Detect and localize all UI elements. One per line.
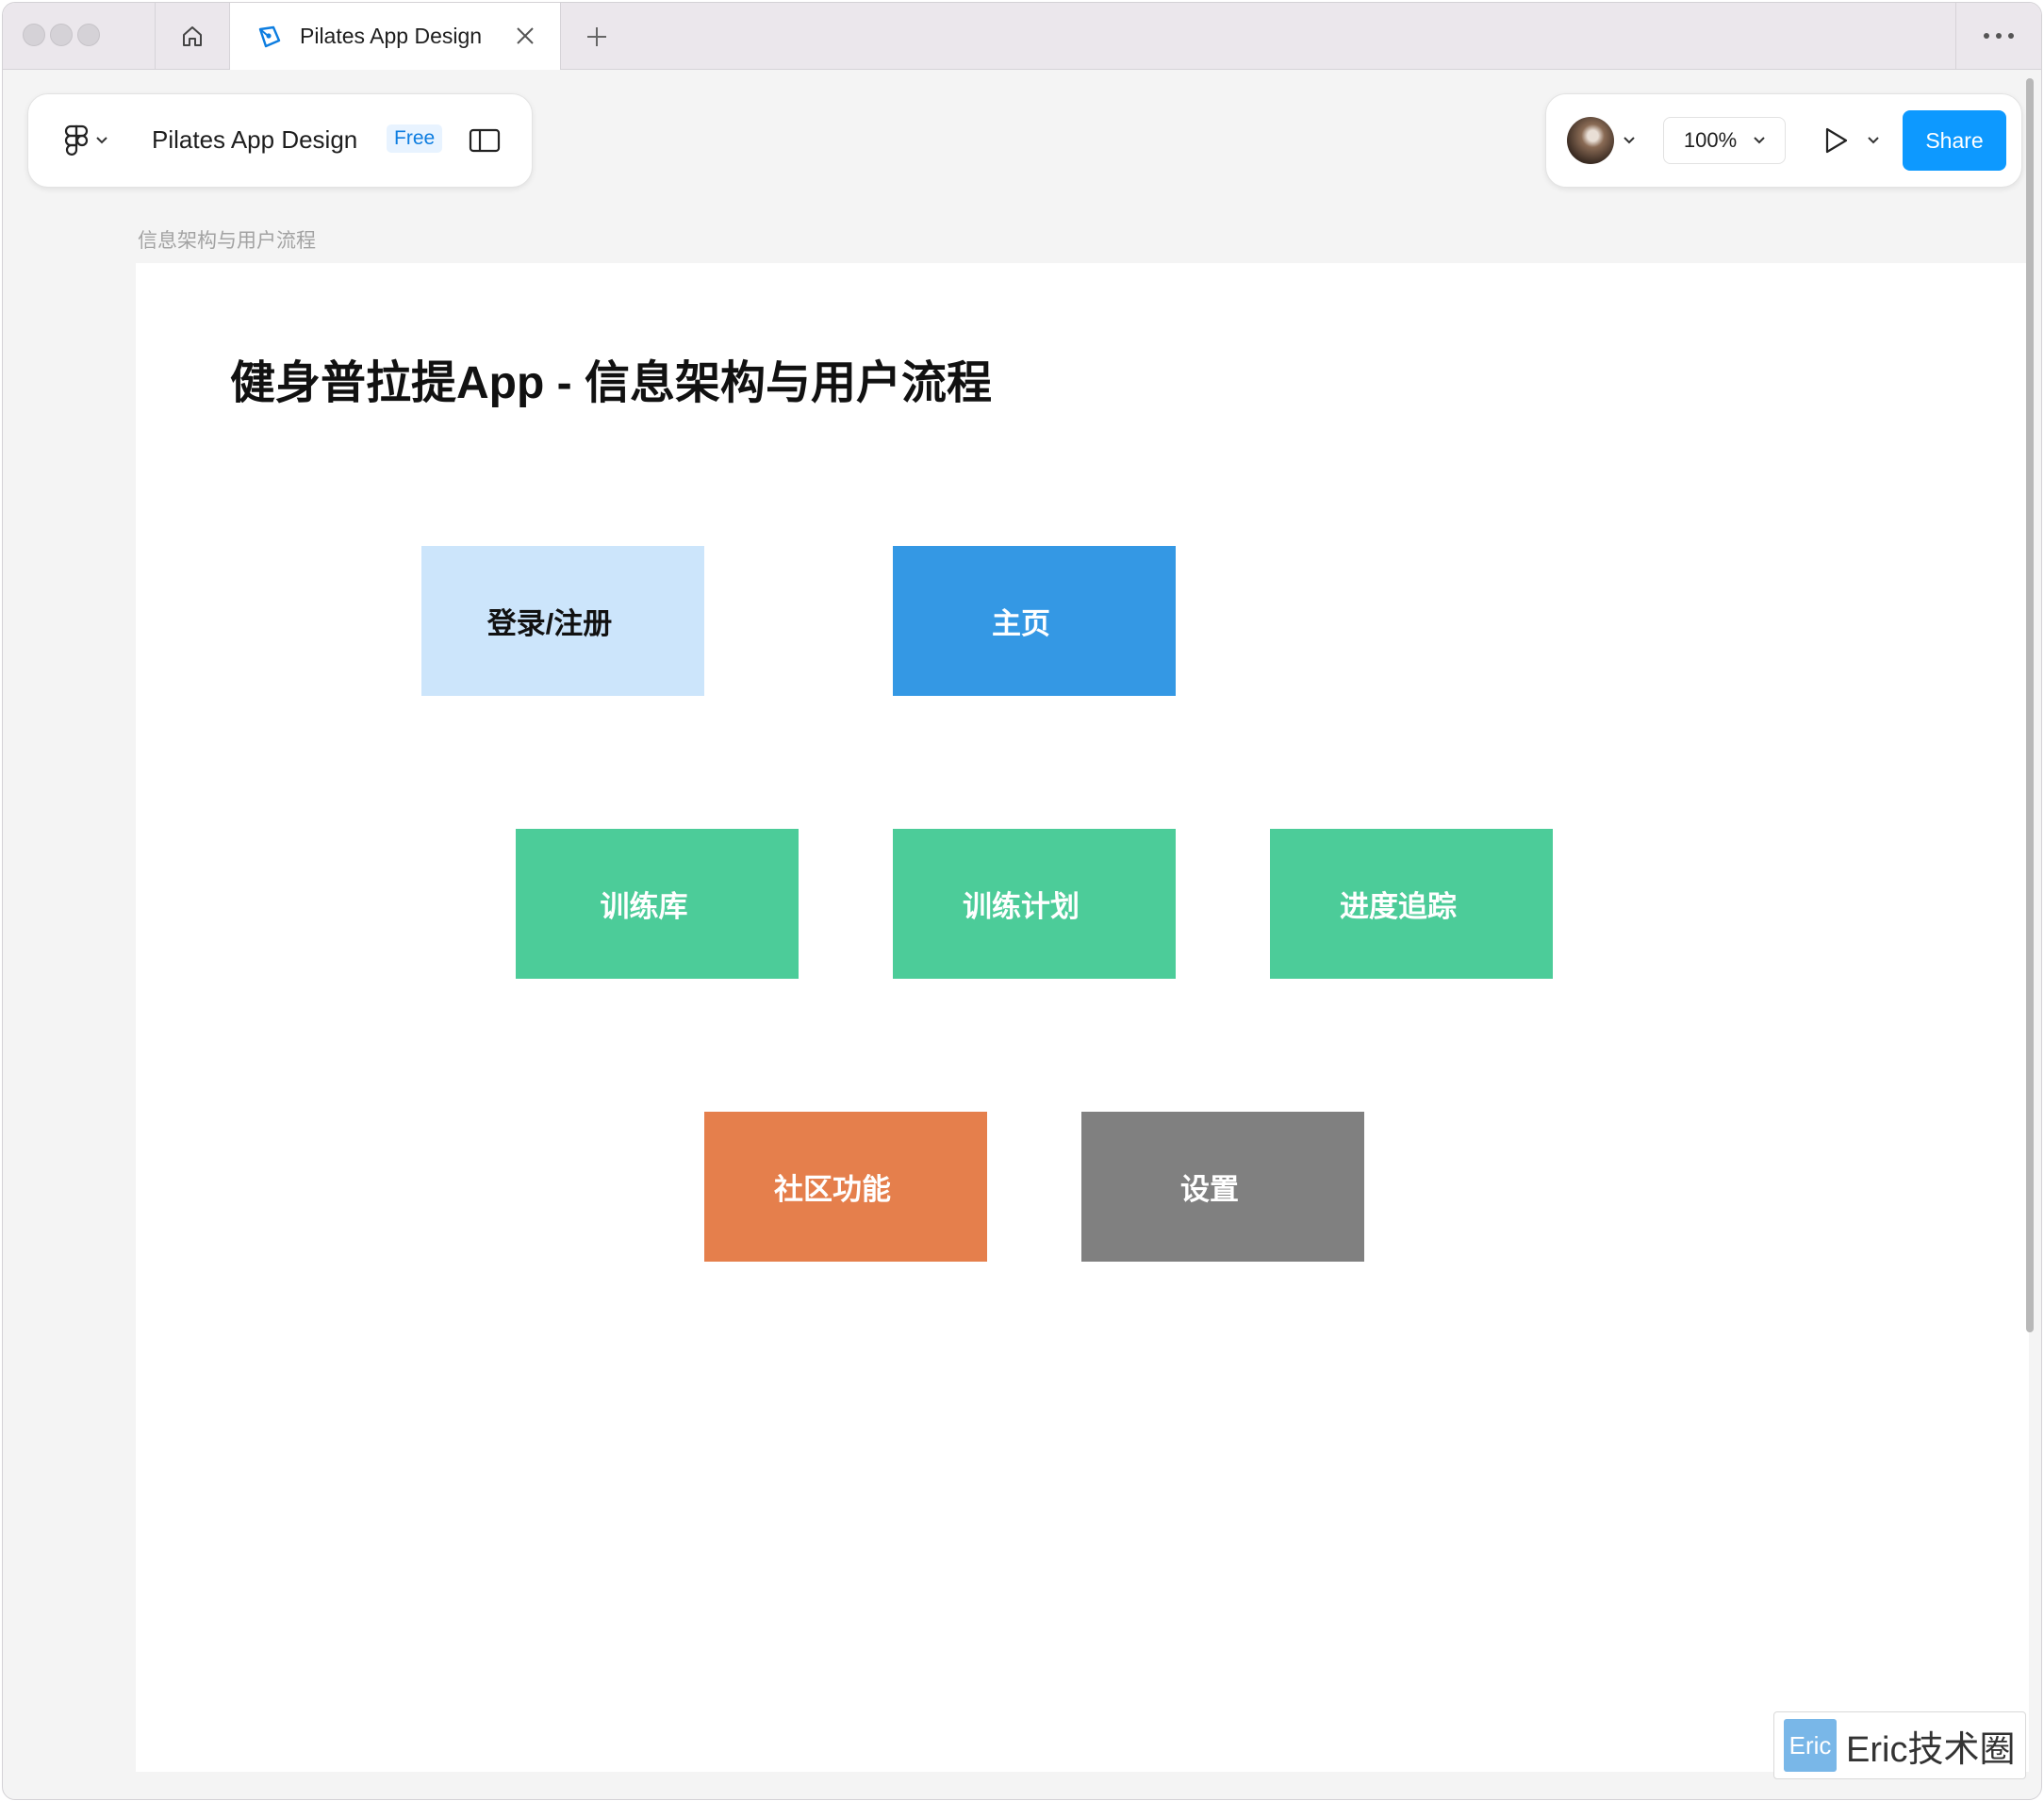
plus-icon [587,27,606,46]
tab-pilates-app-design[interactable]: Pilates App Design [229,3,561,70]
node-label: 训练库 [600,890,688,923]
node-progress-tracking[interactable]: 进度追踪 [1270,829,1553,979]
window-minimize-button[interactable] [50,24,73,46]
node-settings[interactable]: 设置 [1081,1112,1364,1262]
home-tab-button[interactable] [156,3,229,69]
user-menu-button[interactable] [1567,117,1642,164]
node-training-library[interactable]: 训练库 [516,829,799,979]
diagram-frame[interactable]: 健身普拉提App - 信息架构与用户流程 登录/注册 主页 训练库 训练计划 进… [136,263,2029,1772]
chevron-down-icon [1868,137,1879,144]
new-tab-button[interactable] [580,20,614,54]
watermark-text: Eric技术圈 [1846,1729,2016,1770]
node-login[interactable]: 登录/注册 [421,546,704,696]
figma-pen-icon [258,25,281,48]
collab-toolbar: 100% Share [1545,93,2022,188]
vertical-scrollbar[interactable] [2026,78,2034,1332]
zoom-value: 100% [1683,128,1738,152]
more-icon [1984,33,2014,39]
window-zoom-button[interactable] [77,24,100,46]
tab-close-button[interactable] [509,20,541,52]
node-label: 训练计划 [963,890,1080,923]
plan-badge[interactable]: Free [387,124,443,153]
node-label: 社区功能 [774,1173,891,1206]
avatar [1567,117,1614,164]
sidebar-toggle-icon [469,128,501,153]
node-label: 进度追踪 [1340,890,1457,923]
node-home[interactable]: 主页 [893,546,1176,696]
node-label: 设置 [1180,1173,1239,1206]
node-community[interactable]: 社区功能 [704,1112,987,1262]
tab-title: Pilates App Design [300,24,483,48]
node-label: 登录/注册 [486,607,613,640]
node-training-plan[interactable]: 训练计划 [893,829,1176,979]
chevron-down-icon [1754,137,1765,144]
close-icon [517,27,534,44]
main-menu-button[interactable] [55,117,117,164]
chevron-down-icon [96,137,107,144]
more-options-button[interactable] [1956,3,2041,69]
diagram-title[interactable]: 健身普拉提App - 信息架构与用户流程 [230,355,992,412]
node-label: 主页 [992,607,1050,640]
file-toolbar: Pilates App Design Free [27,93,533,188]
frame-label[interactable]: 信息架构与用户流程 [138,225,316,254]
watermark-badge: Eric [1784,1719,1837,1772]
share-button[interactable]: Share [1903,110,2006,171]
file-name[interactable]: Pilates App Design [152,124,357,155]
tab-bar: Pilates App Design [3,3,2041,70]
app-window: Pilates App Design Pilates App Design Fr… [2,2,2042,1800]
play-icon [1825,127,1848,154]
present-button[interactable] [1814,117,1889,164]
window-close-button[interactable] [23,24,45,46]
sidebar-toggle-button[interactable] [468,124,502,157]
home-icon [183,26,202,46]
figma-logo-icon [64,124,89,156]
chevron-down-icon [1624,137,1635,144]
zoom-dropdown[interactable]: 100% [1663,117,1786,164]
watermark: Eric Eric技术圈 [1773,1711,2026,1779]
